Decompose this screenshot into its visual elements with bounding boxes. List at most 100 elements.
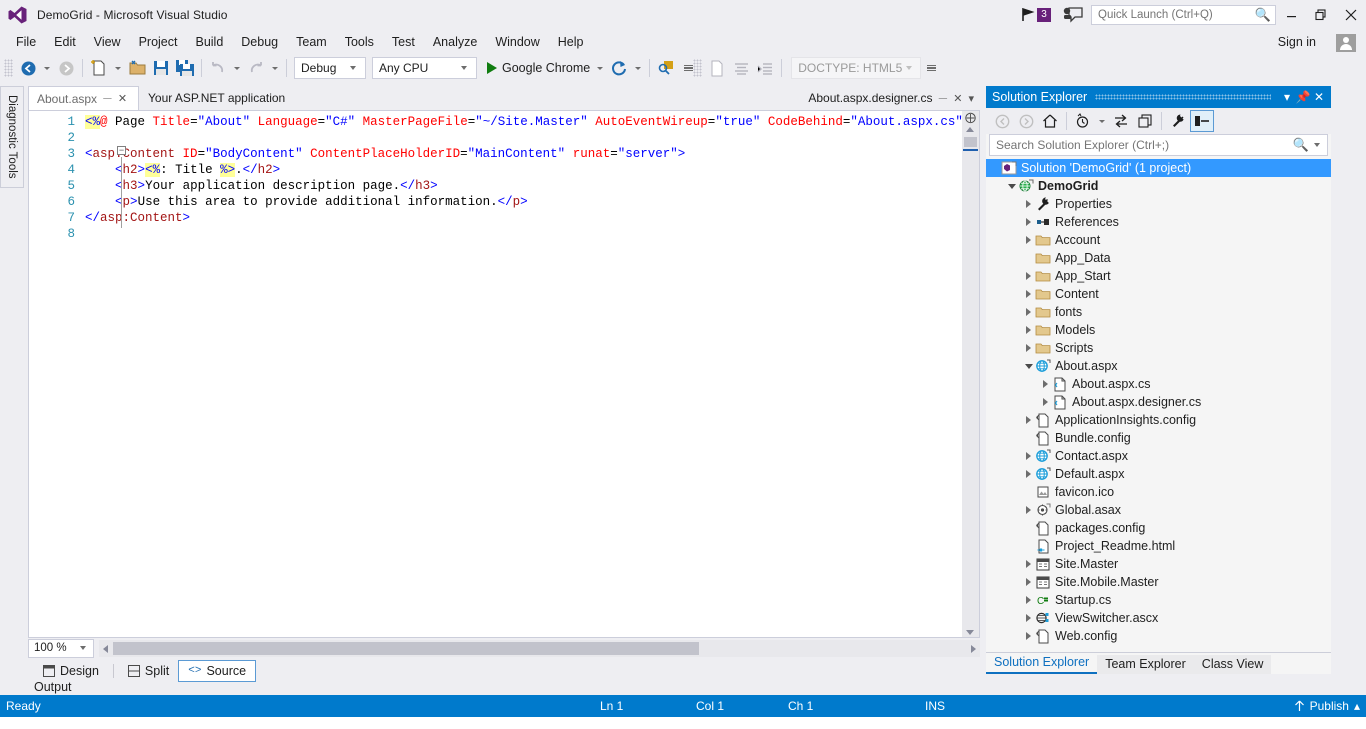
chevron-down-icon[interactable] (1314, 143, 1320, 147)
back-icon[interactable] (990, 110, 1014, 132)
tab-split-view[interactable]: Split (119, 661, 178, 681)
tree-item[interactable]: fonts (986, 303, 1331, 321)
menu-item-edit[interactable]: Edit (45, 32, 85, 52)
editor-vertical-scrollbar[interactable]: ⨁ (962, 111, 979, 637)
sign-in-button[interactable]: Sign in (1272, 33, 1322, 51)
expand-collapse-chevron-right-icon[interactable] (1039, 398, 1052, 406)
expand-collapse-chevron-right-icon[interactable] (1022, 560, 1035, 568)
start-debugging-button[interactable]: Google Chrome (480, 56, 593, 80)
scroll-down-arrow[interactable] (966, 630, 974, 635)
refresh-icon[interactable] (1133, 110, 1157, 132)
expand-collapse-chevron-right-icon[interactable] (1022, 578, 1035, 586)
new-project-icon[interactable] (87, 56, 111, 80)
minimize-button[interactable] (1276, 1, 1306, 29)
expand-collapse-chevron-right-icon[interactable] (1022, 614, 1035, 622)
navigate-forward-icon[interactable] (54, 56, 78, 80)
pin-icon[interactable]: ⏤ (938, 92, 947, 105)
forward-icon[interactable] (1014, 110, 1038, 132)
expand-collapse-chevron-right-icon[interactable] (1039, 380, 1052, 388)
user-account-icon[interactable] (1336, 34, 1356, 52)
tree-item[interactable]: packages.config (986, 519, 1331, 537)
indent-icon[interactable] (753, 56, 777, 80)
quick-launch-input[interactable]: 🔍 (1091, 5, 1276, 25)
expand-collapse-chevron-right-icon[interactable] (1022, 416, 1035, 424)
editor-tab-about-aspx[interactable]: About.aspx ⏤ ✕ (28, 86, 139, 110)
scroll-left-arrow[interactable] (103, 644, 108, 653)
tree-item[interactable]: Site.Mobile.Master (986, 573, 1331, 591)
dock-tab-diagnostic-tools[interactable]: Diagnostic Tools (0, 86, 24, 188)
undo-dropdown-icon[interactable] (234, 66, 240, 70)
refresh-dropdown-icon[interactable] (635, 66, 642, 70)
chevron-down-icon[interactable]: ▾ (968, 92, 974, 105)
expand-collapse-chevron-right-icon[interactable] (1022, 236, 1035, 244)
solution-explorer-tree[interactable]: Solution 'DemoGrid' (1 project) DemoGrid P… (986, 158, 1331, 652)
tree-item[interactable]: Solution 'DemoGrid' (1 project) (986, 159, 1331, 177)
menu-item-help[interactable]: Help (549, 32, 593, 52)
tab-source-view[interactable]: <> Source (178, 660, 257, 682)
close-icon[interactable]: ✕ (118, 92, 127, 105)
redo-dropdown-icon[interactable] (272, 66, 278, 70)
solution-configuration-select[interactable]: Debug (294, 57, 366, 79)
zoom-level-select[interactable]: 100 % (28, 638, 94, 658)
open-file-icon[interactable] (125, 56, 149, 80)
tree-item[interactable]: ApplicationInsights.config (986, 411, 1331, 429)
menu-item-analyze[interactable]: Analyze (424, 32, 486, 52)
editor-horizontal-scrollbar[interactable] (99, 639, 980, 657)
menu-item-file[interactable]: File (7, 32, 45, 52)
home-icon[interactable] (1038, 110, 1062, 132)
preview-selected-items-icon[interactable] (1190, 110, 1214, 132)
code-editor[interactable]: 1 <%@ Page Title="About" Language="C#" Ma… (28, 110, 980, 638)
publish-button[interactable]: Publish ▴ (1294, 699, 1360, 713)
pending-changes-dropdown-icon[interactable] (1099, 119, 1105, 123)
tree-item[interactable]: favicon.ico (986, 483, 1331, 501)
sync-with-active-document-icon[interactable] (1109, 110, 1133, 132)
doctype-select[interactable]: DOCTYPE: HTML5 (791, 57, 922, 79)
panel-drag-handle[interactable] (1095, 94, 1271, 100)
menu-item-view[interactable]: View (85, 32, 130, 52)
tree-item[interactable]: Project_Readme.html (986, 537, 1331, 555)
footer-tab-team-explorer[interactable]: Team Explorer (1097, 655, 1194, 674)
tree-item[interactable]: Bundle.config (986, 429, 1331, 447)
redo-icon[interactable] (244, 56, 268, 80)
solution-explorer-search[interactable]: 🔍 (989, 134, 1328, 156)
tree-item[interactable]: Global.asax (986, 501, 1331, 519)
expand-collapse-chevron-right-icon[interactable] (1022, 632, 1035, 640)
editor-tab-preview[interactable]: Your ASP.NET application (140, 86, 291, 110)
horizontal-scroll-thumb[interactable] (113, 641, 699, 655)
expand-collapse-chevron-right-icon[interactable] (1022, 506, 1035, 514)
footer-tab-solution-explorer[interactable]: Solution Explorer (986, 653, 1098, 674)
expand-collapse-chevron-right-icon[interactable] (1022, 452, 1035, 460)
code-text[interactable]: 1 <%@ Page Title="About" Language="C#" Ma… (29, 111, 962, 242)
menu-item-build[interactable]: Build (186, 32, 232, 52)
navigate-back-icon[interactable] (16, 56, 40, 80)
expand-collapse-chevron-right-icon[interactable] (1022, 218, 1035, 226)
scroll-right-arrow[interactable] (971, 644, 976, 653)
tree-item[interactable]: Account (986, 231, 1331, 249)
pending-changes-icon[interactable] (1071, 110, 1095, 132)
maximize-restore-button[interactable] (1306, 1, 1336, 29)
tree-item[interactable]: Properties (986, 195, 1331, 213)
close-icon[interactable]: ✕ (1311, 90, 1327, 104)
chevron-down-icon[interactable]: ▾ (1279, 90, 1295, 104)
toolbar-grip[interactable] (4, 59, 13, 77)
expand-collapse-chevron-right-icon[interactable] (1022, 308, 1035, 316)
tree-item[interactable]: Scripts (986, 339, 1331, 357)
tree-item[interactable]: ViewSwitcher.ascx (986, 609, 1331, 627)
expand-collapse-chevron-down-icon[interactable] (1022, 363, 1035, 369)
start-debugging-dropdown-icon[interactable] (597, 66, 604, 70)
quick-launch-field[interactable] (1098, 9, 1253, 21)
properties-icon[interactable] (1166, 110, 1190, 132)
solution-explorer-search-input[interactable] (996, 138, 1293, 152)
menu-item-tools[interactable]: Tools (336, 32, 383, 52)
save-icon[interactable] (149, 56, 173, 80)
pin-icon[interactable]: ⏤ (103, 92, 112, 105)
expand-collapse-chevron-right-icon[interactable] (1022, 470, 1035, 478)
tree-item[interactable]: App_Start (986, 267, 1331, 285)
scroll-up-arrow[interactable] (966, 127, 974, 132)
fold-toggle[interactable]: − (117, 146, 126, 155)
expand-collapse-chevron-right-icon[interactable] (1022, 272, 1035, 280)
close-icon[interactable]: ✕ (953, 92, 962, 105)
editor-tab-about-designer[interactable]: About.aspx.designer.cs ⏤ ✕ ▾ (800, 86, 980, 110)
solution-platform-select[interactable]: Any CPU (372, 57, 477, 79)
split-editor-icon[interactable]: ⨁ (964, 111, 977, 125)
